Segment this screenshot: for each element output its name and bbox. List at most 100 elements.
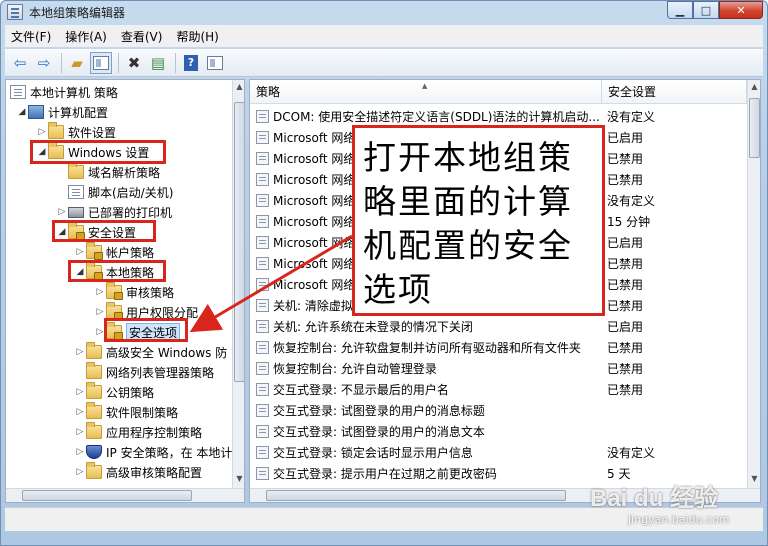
folder-icon <box>48 122 64 139</box>
scroll-thumb[interactable] <box>22 490 192 501</box>
maximize-button[interactable]: □ <box>693 1 719 19</box>
tree-item-app-control[interactable]: ▷ 应用程序控制策略 <box>74 422 202 442</box>
policy-value: 已禁用 <box>607 341 644 355</box>
collapse-arrow-icon[interactable]: ▷ <box>74 387 86 397</box>
table-row[interactable]: DCOM: 使用安全描述符定义语言(SDDL)语法的计算机启动... 没有定义 <box>250 106 655 127</box>
collapse-arrow-icon[interactable]: ▷ <box>36 127 48 137</box>
tree-item-public-key-policies[interactable]: ▷ 公钥策略 <box>74 382 154 402</box>
policy-name: 交互式登录: 试图登录的用户的消息文本 <box>273 425 485 439</box>
show-hide-tree-button[interactable] <box>90 51 112 74</box>
tree-label: 计算机配置 <box>48 105 109 120</box>
delete-button[interactable]: ✖ <box>123 52 145 74</box>
menu-help[interactable]: 帮助(H) <box>176 28 218 45</box>
watermark-url: jingyan.baidu.com <box>628 513 730 526</box>
collapse-arrow-icon[interactable]: ▷ <box>74 247 86 257</box>
tree-item-network-list-manager[interactable]: 网络列表管理器策略 <box>74 362 214 382</box>
collapse-arrow-icon[interactable]: ▷ <box>74 347 86 357</box>
lock-folder-icon <box>106 302 123 320</box>
tree-item-local-computer-policy[interactable]: 本地计算机 策略 <box>10 82 118 102</box>
table-row[interactable]: 恢复控制台: 允许软盘复制并访问所有驱动器和所有文件夹 已禁用 <box>250 337 643 358</box>
column-header-security-setting[interactable]: 安全设置 <box>602 80 747 104</box>
folder-icon <box>86 402 102 419</box>
policy-name: 交互式登录: 锁定会话时显示用户信息 <box>273 446 473 460</box>
tree-item-scripts[interactable]: 脚本(启动/关机) <box>56 182 173 202</box>
policy-icon <box>256 257 269 270</box>
policy-icon <box>256 131 269 144</box>
table-row[interactable]: 交互式登录: 不显示最后的用户名 已禁用 <box>250 379 643 400</box>
tree-item-advanced-firewall[interactable]: ▷ 高级安全 Windows 防 <box>74 342 227 362</box>
tree-label: 软件限制策略 <box>106 405 179 420</box>
scroll-up-icon[interactable]: ▲ <box>233 80 244 94</box>
console-tree-button[interactable] <box>204 52 226 74</box>
collapse-arrow-icon[interactable]: ▷ <box>56 207 68 217</box>
lock-folder-icon <box>106 282 123 300</box>
policy-icon <box>256 299 269 312</box>
menu-action[interactable]: 操作(A) <box>65 28 107 45</box>
watermark-logo: Bai du 经验 <box>590 485 719 512</box>
scroll-thumb[interactable] <box>749 98 760 158</box>
table-row[interactable]: 关机: 允许系统在未登录的情况下关闭 已启用 <box>250 316 643 337</box>
tree-item-computer-config[interactable]: ◢ 计算机配置 <box>16 102 108 122</box>
menu-bar: 文件(F) 操作(A) 查看(V) 帮助(H) <box>5 25 763 47</box>
table-row[interactable]: 交互式登录: 提示用户在过期之前更改密码 5 天 <box>250 463 630 484</box>
export-list-button[interactable]: ▤ <box>147 52 169 74</box>
collapse-arrow-icon[interactable]: ▷ <box>74 407 86 417</box>
list-vertical-scrollbar[interactable]: ▲ ▼ <box>747 80 760 488</box>
collapse-arrow-icon[interactable]: ▷ <box>74 447 86 457</box>
help-button[interactable]: ? <box>180 52 202 74</box>
tree-item-deployed-printers[interactable]: ▷ 已部署的打印机 <box>56 202 172 222</box>
collapse-arrow-icon[interactable]: ▷ <box>94 287 106 297</box>
tree-item-advanced-audit[interactable]: ▷ 高级审核策略配置 <box>74 462 202 482</box>
column-header-policy[interactable]: 策略 ▲ <box>250 80 602 104</box>
policy-icon <box>256 341 269 354</box>
policy-icon <box>256 446 269 459</box>
expand-arrow-icon[interactable]: ◢ <box>16 107 28 117</box>
tree-label: 已部署的打印机 <box>88 205 173 220</box>
console-tree-icon <box>207 55 223 70</box>
table-row[interactable]: 交互式登录: 试图登录的用户的消息文本 <box>250 421 603 442</box>
up-button[interactable]: ▰ <box>66 52 88 74</box>
table-row[interactable]: 交互式登录: 试图登录的用户的消息标题 <box>250 400 603 421</box>
table-row[interactable]: 交互式登录: 锁定会话时显示用户信息 没有定义 <box>250 442 655 463</box>
tree-item-ip-security[interactable]: ▷ IP 安全策略，在 本地计 <box>74 442 232 462</box>
computer-icon <box>28 105 44 119</box>
collapse-arrow-icon[interactable]: ▷ <box>74 427 86 437</box>
forward-button[interactable]: ⇨ <box>33 52 55 74</box>
tree-label: 公钥策略 <box>106 385 155 400</box>
policy-name: DCOM: 使用安全描述符定义语言(SDDL)语法的计算机启动... <box>273 110 600 124</box>
scroll-down-icon[interactable]: ▼ <box>233 472 244 486</box>
folder-icon <box>68 162 84 179</box>
tree-vertical-scrollbar[interactable]: ▲ ▼ <box>232 80 244 488</box>
policy-value: 已禁用 <box>607 152 644 166</box>
minimize-button[interactable]: ▁ <box>667 1 693 19</box>
tree-label: 高级审核策略配置 <box>106 465 203 480</box>
tree-item-software-settings[interactable]: ▷ 软件设置 <box>36 122 116 142</box>
tree-item-software-restriction[interactable]: ▷ 软件限制策略 <box>74 402 178 422</box>
tree-item-name-resolution-policy[interactable]: 域名解析策略 <box>56 162 160 182</box>
lock-folder-icon <box>86 242 103 260</box>
tree-horizontal-scrollbar[interactable] <box>6 488 244 502</box>
scroll-up-icon[interactable]: ▲ <box>748 80 760 94</box>
highlight-security-settings <box>52 220 156 242</box>
policy-value: 15 分钟 <box>607 215 651 229</box>
menu-view[interactable]: 查看(V) <box>121 28 163 45</box>
policy-icon <box>256 110 269 123</box>
printer-icon <box>68 206 84 218</box>
gpedit-app-icon <box>7 4 23 20</box>
column-label: 策略 <box>256 85 281 99</box>
collapse-arrow-icon[interactable]: ▷ <box>74 467 86 477</box>
scroll-thumb[interactable] <box>234 102 244 382</box>
collapse-arrow-icon[interactable]: ▷ <box>94 307 106 317</box>
menu-file[interactable]: 文件(F) <box>11 28 51 45</box>
back-button[interactable]: ⇦ <box>9 52 31 74</box>
close-button[interactable]: ✕ <box>719 1 763 19</box>
policy-icon <box>256 215 269 228</box>
scroll-thumb[interactable] <box>266 490 566 501</box>
policy-icon <box>256 236 269 249</box>
policy-icon <box>256 173 269 186</box>
table-row[interactable]: 恢复控制台: 允许自动管理登录 已禁用 <box>250 358 643 379</box>
tree-label: 应用程序控制策略 <box>106 425 203 440</box>
arrow-right-icon: ⇨ <box>37 53 51 72</box>
tree-item-audit-policy[interactable]: ▷ 审核策略 <box>94 282 174 302</box>
tree-item-account-policies[interactable]: ▷ 帐户策略 <box>74 242 154 262</box>
